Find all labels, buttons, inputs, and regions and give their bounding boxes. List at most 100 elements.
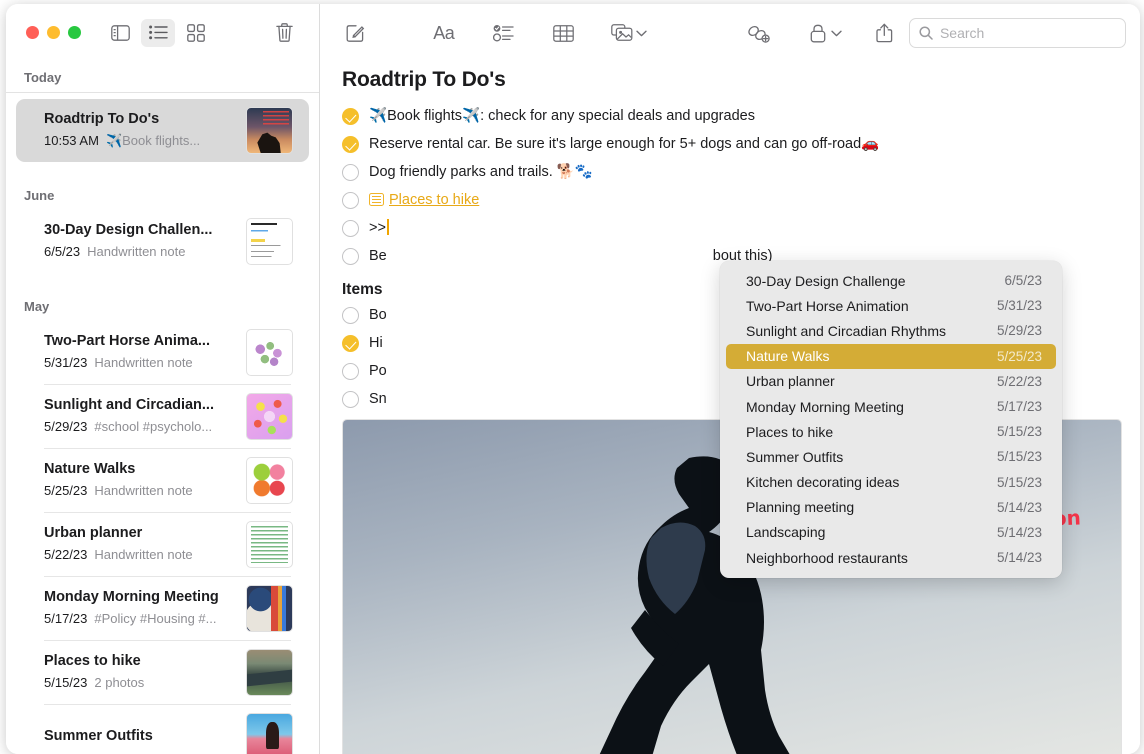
note-title: Two-Part Horse Anima... — [44, 332, 246, 352]
section-header-june: June — [6, 182, 319, 210]
minimize-button[interactable] — [47, 26, 60, 39]
list-item[interactable]: Summer Outfits — [16, 705, 309, 754]
checklist-icon[interactable] — [486, 18, 520, 48]
list-item[interactable]: Two-Part Horse Anima... 5/31/23 Handwrit… — [16, 321, 309, 384]
delete-note-icon[interactable] — [267, 19, 301, 47]
menu-item[interactable]: Monday Morning Meeting 5/17/23 — [726, 394, 1056, 419]
checkbox-unchecked[interactable] — [342, 307, 359, 324]
compose-note-icon[interactable] — [338, 18, 372, 48]
note-thumbnail — [246, 107, 293, 154]
list-item[interactable]: Sunlight and Circadian... 5/29/23 #schoo… — [16, 385, 309, 448]
search-icon — [919, 26, 933, 40]
note-thumbnail — [246, 521, 293, 568]
note-title: Monday Morning Meeting — [44, 588, 246, 608]
table-icon[interactable] — [546, 18, 580, 48]
airplane-icon: ✈️ — [369, 108, 387, 124]
zoom-button[interactable] — [68, 26, 81, 39]
note-date: 5/25/23 — [44, 481, 87, 501]
note-link-icon — [369, 193, 384, 206]
note-link-suggestion-popup[interactable]: 30-Day Design Challenge 6/5/23 Two-Part … — [720, 261, 1062, 578]
menu-item[interactable]: 30-Day Design Challenge 6/5/23 — [726, 268, 1056, 293]
note-meta: 5/25/23 Handwritten note — [44, 481, 246, 501]
note-link[interactable]: Places to hike — [389, 192, 479, 208]
note-thumbnail — [246, 393, 293, 440]
checkbox-unchecked[interactable] — [342, 192, 359, 209]
close-button[interactable] — [26, 26, 39, 39]
note-snippet: #school #psycholo... — [94, 417, 212, 437]
list-view-icon[interactable] — [141, 19, 175, 47]
list-item[interactable]: Nature Walks 5/25/23 Handwritten note — [16, 449, 309, 512]
sidebar: Today Roadtrip To Do's 10:53 AM ✈️Book f… — [6, 4, 320, 754]
list-item[interactable]: 30-Day Design Challen... 6/5/23 Handwrit… — [16, 210, 309, 273]
menu-item[interactable]: Two-Part Horse Animation 5/31/23 — [726, 293, 1056, 318]
sidebar-toggle-icon[interactable] — [103, 19, 137, 47]
checklist-item[interactable]: Dog friendly parks and trails. 🐕🐾 — [342, 162, 1120, 183]
list-item[interactable]: Roadtrip To Do's 10:53 AM ✈️Book flights… — [16, 99, 309, 162]
menu-item-date: 5/14/23 — [997, 550, 1042, 565]
note-editor-pane: Aa — [320, 4, 1140, 754]
checkbox-unchecked[interactable] — [342, 220, 359, 237]
checklist-item-typing[interactable]: >> — [342, 218, 1120, 239]
note-list-scroll[interactable]: Today Roadtrip To Do's 10:53 AM ✈️Book f… — [6, 62, 319, 754]
note-date: 5/17/23 — [44, 609, 87, 629]
text-caret — [387, 219, 389, 235]
media-icon[interactable] — [606, 18, 640, 48]
checklist-item[interactable]: Reserve rental car. Be sure it's large e… — [342, 134, 1120, 155]
add-link-icon[interactable] — [741, 18, 775, 48]
note-meta: 5/15/23 2 photos — [44, 673, 246, 693]
lock-chevron-down-icon[interactable] — [831, 24, 842, 42]
menu-item-label: Kitchen decorating ideas — [746, 474, 899, 490]
menu-item-date: 5/15/23 — [997, 449, 1042, 464]
note-date: 5/29/23 — [44, 417, 87, 437]
checkbox-checked[interactable] — [342, 136, 359, 153]
sidebar-toolbar — [6, 4, 319, 62]
menu-item-label: Monday Morning Meeting — [746, 399, 904, 415]
menu-item[interactable]: Summer Outfits 5/15/23 — [726, 444, 1056, 469]
list-item[interactable]: Places to hike 5/15/23 2 photos — [16, 641, 309, 704]
list-item[interactable]: Monday Morning Meeting 5/17/23 #Policy #… — [16, 577, 309, 640]
checkbox-unchecked[interactable] — [342, 391, 359, 408]
menu-item[interactable]: Places to hike 5/15/23 — [726, 419, 1056, 444]
checklist-label: >> — [369, 218, 1120, 239]
checklist-label: ✈️Book flights✈️: check for any special … — [369, 106, 1120, 127]
checklist-item[interactable]: Places to hike — [342, 190, 1120, 211]
menu-item[interactable]: Planning meeting 5/14/23 — [726, 495, 1056, 520]
menu-item[interactable]: Landscaping 5/14/23 — [726, 520, 1056, 545]
search-input[interactable]: Search — [909, 18, 1126, 48]
page-title: Roadtrip To Do's — [342, 68, 1120, 92]
gallery-view-icon[interactable] — [179, 19, 213, 47]
menu-item-selected[interactable]: Nature Walks 5/25/23 — [726, 344, 1056, 369]
notes-window: Today Roadtrip To Do's 10:53 AM ✈️Book f… — [6, 4, 1140, 754]
menu-item-label: Places to hike — [746, 424, 833, 440]
lock-icon[interactable] — [801, 18, 835, 48]
menu-item-date: 5/14/23 — [997, 525, 1042, 540]
share-icon[interactable] — [867, 18, 901, 48]
note-title: Sunlight and Circadian... — [44, 396, 246, 416]
menu-item[interactable]: Kitchen decorating ideas 5/15/23 — [726, 470, 1056, 495]
note-thumbnail — [246, 585, 293, 632]
checkbox-checked[interactable] — [342, 335, 359, 352]
note-meta: 5/29/23 #school #psycholo... — [44, 417, 246, 437]
menu-item[interactable]: Neighborhood restaurants 5/14/23 — [726, 545, 1056, 570]
editor-toolbar: Aa — [320, 4, 1140, 62]
note-thumbnail — [246, 713, 293, 754]
checkbox-unchecked[interactable] — [342, 164, 359, 181]
list-item[interactable]: Urban planner 5/22/23 Handwritten note — [16, 513, 309, 576]
note-meta: 5/31/23 Handwritten note — [44, 353, 246, 373]
menu-item[interactable]: Urban planner 5/22/23 — [726, 369, 1056, 394]
note-snippet: Handwritten note — [87, 242, 185, 262]
menu-item[interactable]: Sunlight and Circadian Rhythms 5/29/23 — [726, 318, 1056, 343]
note-snippet: ✈️Book flights... — [106, 131, 200, 151]
car-icon: 🚗 — [861, 136, 879, 152]
checkbox-unchecked[interactable] — [342, 248, 359, 265]
format-text-button[interactable]: Aa — [427, 18, 461, 48]
checkbox-checked[interactable] — [342, 108, 359, 125]
menu-item-label: Landscaping — [746, 524, 825, 540]
checklist-item[interactable]: ✈️Book flights✈️: check for any special … — [342, 106, 1120, 127]
note-date: 6/5/23 — [44, 242, 80, 262]
checklist-label: Places to hike — [369, 190, 1120, 211]
checkbox-unchecked[interactable] — [342, 363, 359, 380]
note-snippet: Handwritten note — [94, 545, 192, 565]
menu-item-label: Summer Outfits — [746, 449, 843, 465]
media-chevron-down-icon[interactable] — [636, 24, 647, 42]
